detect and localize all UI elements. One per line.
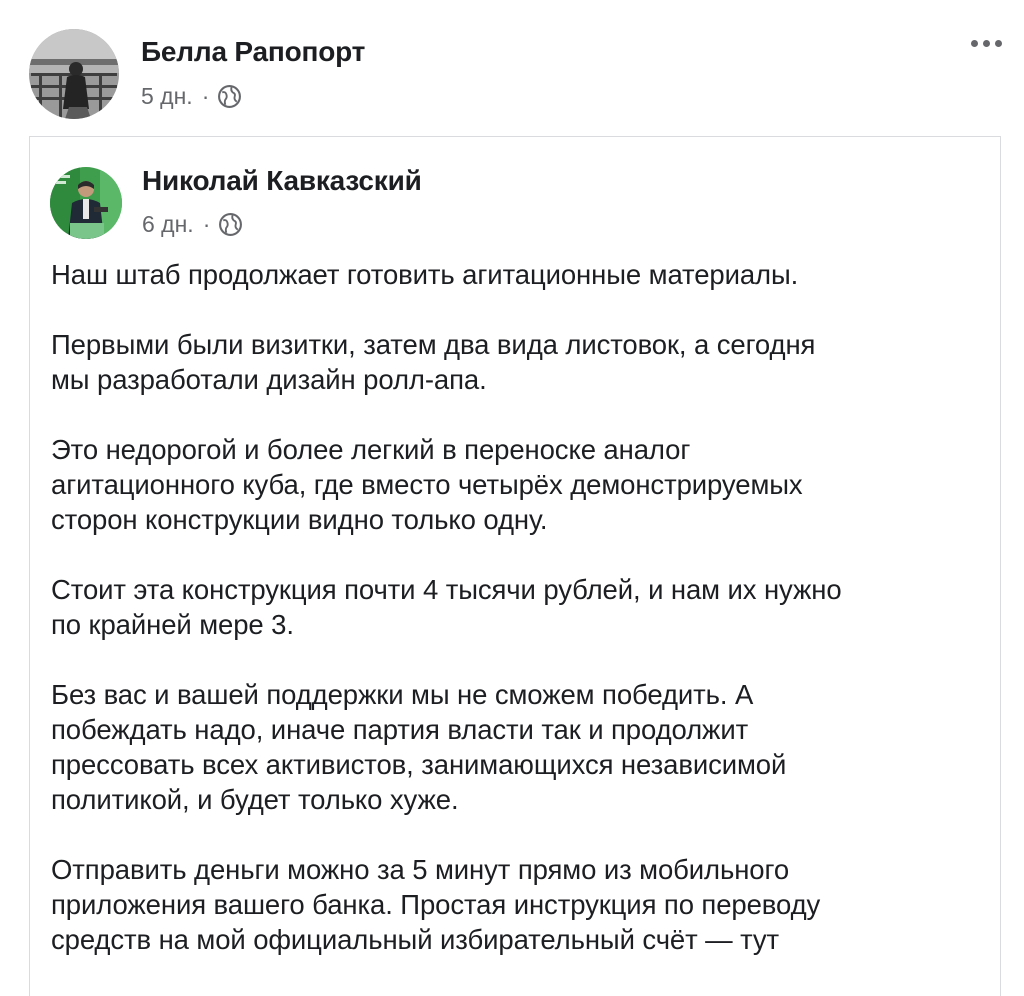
post-meta: 5 дн. · [141,83,242,110]
post-paragraph: Без вас и вашей поддержки мы не сможем п… [51,679,787,815]
post-options-button[interactable] [965,34,1008,53]
ellipsis-icon [971,40,978,47]
author-name[interactable]: Белла Рапопорт [141,36,365,68]
shared-post-card[interactable]: Николай Кавказский 6 дн. · Наш штаб прод… [29,136,1001,996]
ellipsis-dot [983,40,990,47]
ellipsis-dot [995,40,1002,47]
post-paragraph: Отправить деньги можно за 5 минут прямо … [51,854,821,955]
shared-post-meta: 6 дн. · [142,211,243,238]
post-timestamp[interactable]: 5 дн. [141,83,193,110]
meta-separator: · [201,83,210,109]
post-body: Наш штаб продолжает готовить агитационны… [51,257,986,992]
post-paragraph: Стоит эта конструкция почти 4 тысячи руб… [51,574,842,640]
meta-separator: · [202,211,211,237]
globe-icon [217,84,242,109]
facebook-post: Белла Рапопорт 5 дн. · Николай Кавказски… [0,0,1024,996]
shared-author-avatar[interactable] [50,167,122,239]
author-avatar[interactable] [29,29,119,119]
globe-icon [218,212,243,237]
shared-author-photo [50,167,122,239]
post-paragraph: Это недорогой и более легкий в переноске… [51,434,803,535]
shared-post-timestamp[interactable]: 6 дн. [142,211,194,238]
post-paragraph: Наш штаб продолжает готовить агитационны… [51,259,799,290]
author-photo [29,29,119,119]
shared-author-name[interactable]: Николай Кавказский [142,165,422,197]
post-paragraph: Первыми были визитки, затем два вида лис… [51,329,816,395]
